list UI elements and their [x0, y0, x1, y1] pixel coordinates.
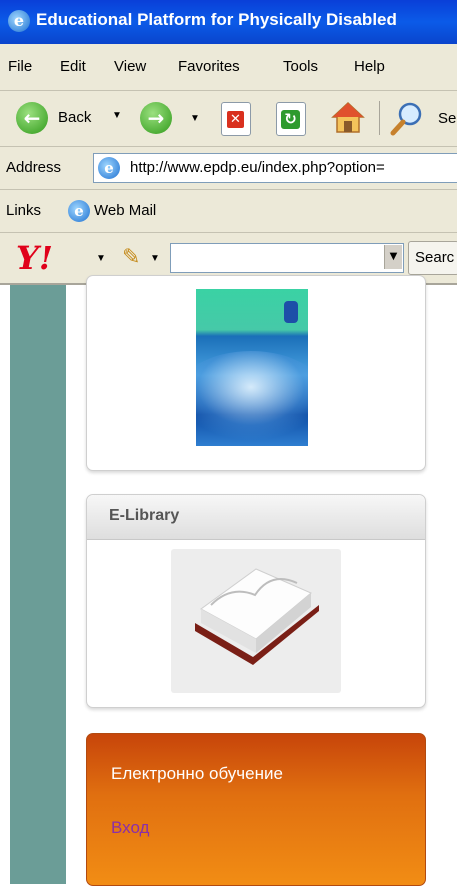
- web-mail-label: Web Mail: [94, 202, 157, 219]
- back-dropdown-icon[interactable]: ▼: [112, 110, 122, 121]
- toolbar-separator: [379, 101, 380, 135]
- back-label: Back: [58, 109, 92, 126]
- links-label: Links: [6, 202, 42, 219]
- page-content: E-Library Електронно обучение Вход: [0, 275, 457, 886]
- window-title: Educational Platform for Physically Disa…: [36, 10, 397, 29]
- address-label: Address: [6, 159, 62, 176]
- yahoo-dropdown-icon[interactable]: ▼: [96, 253, 106, 264]
- refresh-button[interactable]: ↻: [276, 102, 306, 136]
- links-bar: Links e Web Mail: [0, 190, 457, 233]
- stop-icon: ✕: [227, 111, 244, 128]
- home-button[interactable]: [330, 100, 366, 136]
- title-bar: e Educational Platform for Physically Di…: [0, 0, 457, 44]
- yahoo-search-dropdown-button[interactable]: ▼: [384, 245, 402, 269]
- web-mail-icon: e: [68, 200, 90, 222]
- home-icon: [331, 101, 365, 133]
- open-book-icon: [195, 568, 319, 665]
- search-icon: [390, 102, 422, 136]
- refresh-icon: ↻: [281, 110, 300, 129]
- elibrary-title: E-Library: [109, 507, 180, 524]
- elibrary-panel: E-Library: [86, 494, 426, 708]
- cover-globe-graphic: [196, 351, 308, 441]
- cover-logo-icon: [284, 301, 298, 323]
- menu-view[interactable]: View: [114, 58, 146, 75]
- publication-panel: [86, 275, 426, 471]
- menu-file[interactable]: File: [8, 58, 32, 75]
- publication-cover-image[interactable]: [196, 289, 308, 446]
- forward-dropdown-icon[interactable]: ▼: [190, 113, 200, 124]
- elearning-panel: Електронно обучение Вход: [86, 733, 426, 886]
- stop-button[interactable]: ✕: [221, 102, 251, 136]
- search-button[interactable]: Se: [390, 100, 457, 136]
- elibrary-book-image[interactable]: [171, 549, 341, 693]
- web-mail-link[interactable]: e Web Mail: [66, 197, 186, 225]
- internet-explorer-icon: e: [8, 10, 30, 32]
- pencil-dropdown-icon[interactable]: ▼: [150, 253, 160, 264]
- address-bar: Address e http://www.epdp.eu/index.php?o…: [0, 147, 457, 190]
- yahoo-logo[interactable]: Y!: [16, 239, 53, 277]
- menu-favorites[interactable]: Favorites: [178, 58, 240, 75]
- yahoo-search-label: Searc: [415, 249, 455, 266]
- elearning-title: Електронно обучение: [111, 764, 283, 783]
- address-url: http://www.epdp.eu/index.php?option=: [130, 159, 385, 176]
- menu-help[interactable]: Help: [354, 58, 385, 75]
- standard-toolbar: ← Back ▼ → ▼ ✕ ↻ Se: [0, 91, 457, 147]
- menu-tools[interactable]: Tools: [283, 58, 318, 75]
- menu-bar: File Edit View Favorites Tools Help: [0, 44, 457, 91]
- back-button[interactable]: ← Back ▼: [6, 99, 126, 137]
- left-sidebar-strip: [10, 285, 66, 884]
- pencil-icon[interactable]: ✎: [122, 245, 140, 270]
- page-favicon-icon: e: [98, 157, 120, 179]
- menu-edit[interactable]: Edit: [60, 58, 86, 75]
- back-arrow-icon: ←: [16, 102, 48, 134]
- yahoo-search-button[interactable]: Searc: [408, 241, 457, 275]
- forward-button[interactable]: →: [140, 102, 172, 134]
- elibrary-header: E-Library: [87, 495, 425, 540]
- address-field[interactable]: e http://www.epdp.eu/index.php?option=: [93, 153, 457, 183]
- elearning-login-link[interactable]: Вход: [111, 818, 149, 838]
- yahoo-search-input[interactable]: [170, 243, 404, 273]
- search-label: Se: [438, 110, 457, 127]
